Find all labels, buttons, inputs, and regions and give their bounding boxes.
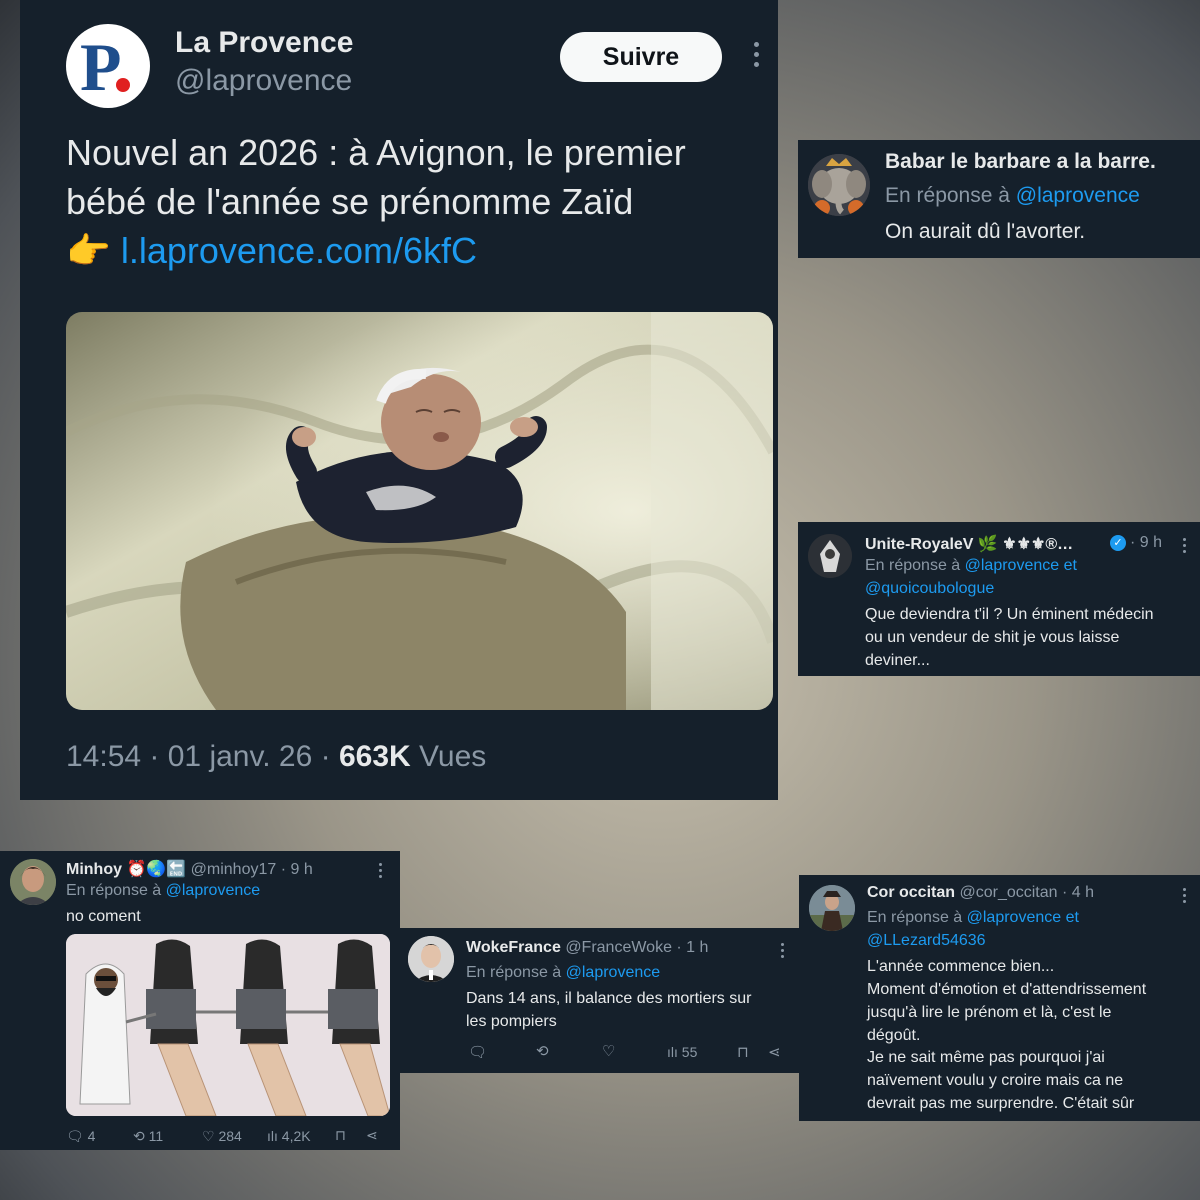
reply-text-line: dégoût. <box>867 1027 921 1044</box>
elephant-avatar[interactable] <box>808 154 870 216</box>
reply-text-line: devrait pas me surprendre. C'était sûr <box>867 1095 1135 1112</box>
baby-photo[interactable] <box>66 312 773 710</box>
reply-header: Cor occitan @cor_occitan · 4 h <box>867 884 1094 902</box>
tweet-text-line: bébé de l'année se prénomme Zaïd <box>66 181 634 222</box>
more-options-icon[interactable] <box>1179 888 1189 906</box>
share-icon[interactable]: ⋖ <box>366 1127 378 1144</box>
like-count[interactable]: ♡ 284 <box>202 1128 242 1145</box>
reply-mention[interactable]: @laprovence <box>566 964 661 981</box>
reply-to-label: En réponse à <box>885 184 1016 207</box>
reply-author-name[interactable]: WokeFrance <box>466 939 561 956</box>
reply-text-line: Je ne sait même pas pourquoi j'ai <box>867 1049 1105 1066</box>
reply-count[interactable]: 🗨 4 <box>66 1128 95 1145</box>
reply-text-line: Moment d'émotion et d'attendrissement <box>867 981 1147 998</box>
tweet-timestamp[interactable]: 14:54 · 01 janv. 26 · <box>66 740 339 773</box>
reply-mention[interactable]: @laprovence et <box>967 909 1079 926</box>
reply-to-line: En réponse à @laprovence <box>466 964 660 982</box>
bookmark-icon[interactable]: ⊓ <box>737 1043 749 1061</box>
reply-icon[interactable]: 🗨 <box>468 1043 487 1061</box>
reply-to-line: En réponse à @laprovence et <box>867 909 1079 927</box>
avatar[interactable] <box>408 936 454 982</box>
tweet-text-line: Nouvel an 2026 : à Avignon, le premier <box>66 132 686 173</box>
reply-to-line: En réponse à @laprovence <box>66 882 260 900</box>
reply-handle[interactable]: @minhoy17 · 9 h <box>191 861 313 878</box>
views-label: Vues <box>410 740 487 773</box>
retweet-icon[interactable]: ⟲ <box>536 1042 549 1060</box>
reply-author-name[interactable]: Unite-RoyaleV 🌿 ⚜⚜⚜®… <box>865 534 1073 554</box>
reply-to-line: En réponse à @laprovence et <box>865 557 1077 575</box>
reply-text-line: ou un vendeur de shit je vous laisse <box>865 629 1120 646</box>
reply-to-label: En réponse à <box>865 557 965 574</box>
reply-header: Minhoy ⏰🌏🔚 @minhoy17 · 9 h <box>66 859 313 879</box>
avatar[interactable] <box>808 534 852 578</box>
share-icon[interactable]: ⋖ <box>768 1043 781 1061</box>
reply-author-name[interactable]: Babar le barbare a la barre. <box>885 150 1156 174</box>
reply-text-line: jusqu'à lire le prénom et là, c'est le <box>867 1004 1112 1021</box>
la-provence-logo-avatar[interactable]: P <box>66 24 150 108</box>
view-count-value: 55 <box>681 1044 698 1060</box>
reply-text-line: Dans 14 ans, il balance des mortiers sur <box>466 990 752 1007</box>
reply-text-line: deviner... <box>865 652 930 669</box>
more-options-icon[interactable] <box>1179 538 1189 556</box>
reply-text-line: Que deviendra t'il ? Un éminent médecin <box>865 606 1154 623</box>
more-options-icon[interactable] <box>777 943 787 961</box>
tweet-meta: 14:54 · 01 janv. 26 · 663K Vues <box>66 740 486 774</box>
author-handle[interactable]: @laprovence <box>175 64 352 98</box>
reply-to-label: En réponse à <box>867 909 967 926</box>
follow-button[interactable]: Suivre <box>560 32 722 82</box>
view-count: 663K <box>338 740 411 773</box>
reply-to-label: En réponse à <box>466 964 566 981</box>
reply-mention[interactable]: @LLezard54636 <box>867 932 986 950</box>
avatar[interactable] <box>809 885 855 931</box>
retweet-count-value: 11 <box>148 1128 164 1144</box>
reply-to-line: En réponse à @laprovence <box>885 184 1140 208</box>
reply-text-line: les pompiers <box>466 1013 557 1030</box>
reply-mention[interactable]: @laprovence <box>1016 184 1140 207</box>
view-count-value: 4,2K <box>281 1128 311 1144</box>
reply-count-value: 4 <box>87 1128 96 1144</box>
retweet-count[interactable]: ⟲ 11 <box>133 1128 163 1145</box>
avatar[interactable] <box>10 859 56 905</box>
cartoon-image[interactable] <box>66 934 390 1116</box>
reply-mention[interactable]: @quoicoubologue <box>865 580 994 598</box>
reply-card-wokefrance: WokeFrance @FranceWoke · 1 h En réponse … <box>400 928 800 1073</box>
like-icon[interactable]: ♡ <box>602 1042 615 1060</box>
reply-card-minhoy: Minhoy ⏰🌏🔚 @minhoy17 · 9 h En réponse à … <box>0 851 400 1150</box>
reply-author-name[interactable]: Cor occitan <box>867 884 955 901</box>
reply-text: no coment <box>66 908 141 925</box>
bookmark-icon[interactable]: ⊓ <box>335 1127 346 1144</box>
reply-text: On aurait dû l'avorter. <box>885 220 1086 243</box>
more-options-icon[interactable] <box>746 42 766 72</box>
tweet-text: Nouvel an 2026 : à Avignon, le premier b… <box>66 128 756 275</box>
more-options-icon[interactable] <box>375 863 385 881</box>
reply-handle[interactable]: @FranceWoke · 1 h <box>565 939 708 956</box>
reply-mention[interactable]: @laprovence <box>166 882 261 899</box>
tweet-link[interactable]: l.laprovence.com/6kfC <box>121 230 477 271</box>
reply-time: · 9 h <box>1130 534 1163 551</box>
reply-text-line: naïvement voulu y croire mais ca ne <box>867 1072 1124 1089</box>
reply-header: WokeFrance @FranceWoke · 1 h <box>466 939 708 957</box>
main-tweet-card: P La Provence @laprovence Suivre Nouvel … <box>20 0 778 800</box>
reply-handle[interactable]: @cor_occitan · 4 h <box>959 884 1094 901</box>
reply-mention[interactable]: @laprovence et <box>965 557 1077 574</box>
pointing-hand-emoji: 👉 <box>66 230 111 271</box>
view-count[interactable]: ılı 4,2K <box>267 1128 311 1144</box>
like-count-value: 284 <box>218 1128 242 1144</box>
reply-author-name[interactable]: Minhoy ⏰🌏🔚 <box>66 861 186 878</box>
reply-to-label: En réponse à <box>66 882 166 899</box>
view-count[interactable]: ılı 55 <box>667 1044 697 1060</box>
verified-badge-icon: ✓ <box>1110 535 1126 551</box>
reply-card-babar: Babar le barbare a la barre. En réponse … <box>798 140 1200 258</box>
reply-text-line: L'année commence bien... <box>867 958 1055 975</box>
reply-card-cor-occitan: Cor occitan @cor_occitan · 4 h En répons… <box>799 875 1200 1121</box>
reply-card-unite: Unite-RoyaleV 🌿 ⚜⚜⚜®… ✓ · 9 h En réponse… <box>798 522 1200 676</box>
author-name[interactable]: La Provence <box>175 26 353 60</box>
